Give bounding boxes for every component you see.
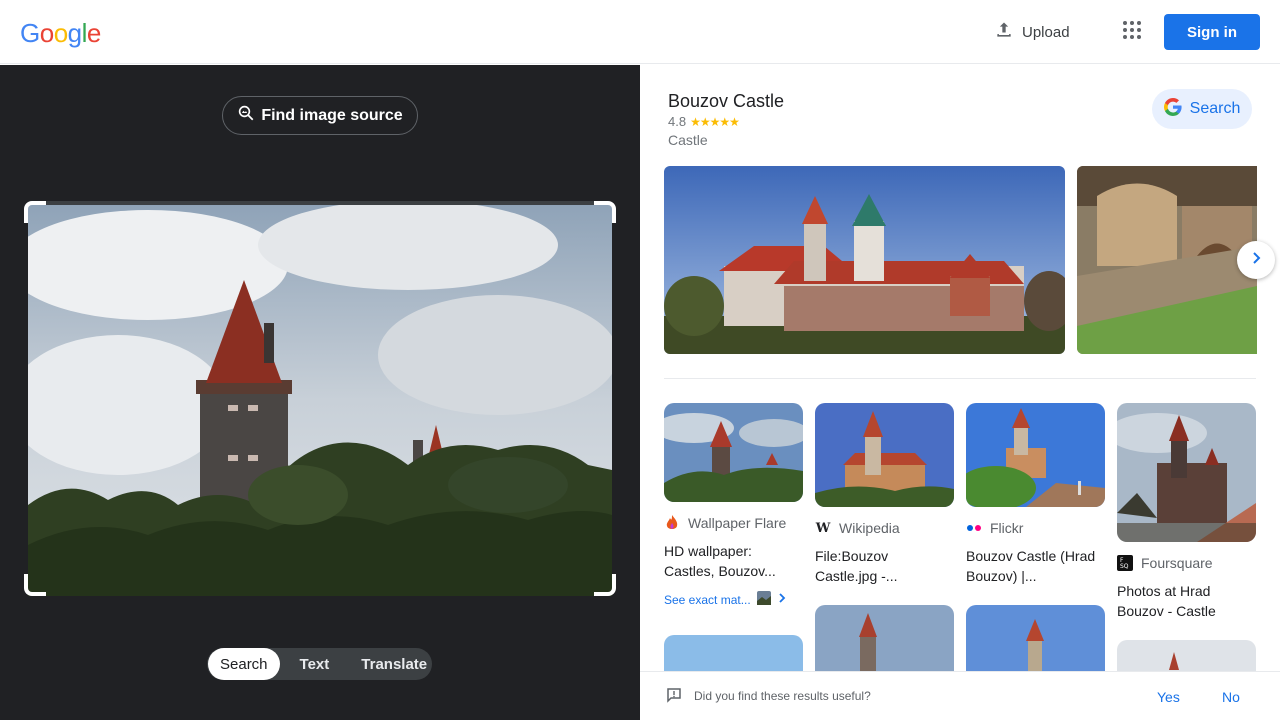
google-logo[interactable]: Google xyxy=(20,18,101,49)
entity-type: Castle xyxy=(668,132,708,148)
result-title[interactable]: Bouzov Castle (Hrad Bouzov) |... xyxy=(966,546,1105,586)
feedback-no-button[interactable]: No xyxy=(1222,689,1240,705)
flickr-icon xyxy=(966,520,982,536)
result-title[interactable]: HD wallpaper: Castles, Bouzov... xyxy=(664,541,803,581)
query-image-panel: Find image source Search Text Translate xyxy=(0,65,640,720)
result-thumbnail[interactable] xyxy=(1117,640,1256,675)
logo-letter: e xyxy=(86,18,101,48)
result-card[interactable]: Wallpaper Flare HD wallpaper: Castles, B… xyxy=(664,403,803,608)
result-card[interactable]: SQ F Foursquare Photos at Hrad Bouzov - C… xyxy=(1117,403,1256,621)
sign-in-button[interactable]: Sign in xyxy=(1164,14,1260,50)
apps-grid-button[interactable] xyxy=(1114,14,1150,50)
see-exact-matches-label: See exact mat... xyxy=(664,592,751,607)
result-card[interactable]: Flickr Bouzov Castle (Hrad Bouzov) |... xyxy=(966,403,1105,586)
result-source: Wallpaper Flare xyxy=(664,515,803,531)
entity-image-2[interactable] xyxy=(1077,166,1257,354)
chevron-right-icon xyxy=(777,592,787,607)
result-thumbnail[interactable] xyxy=(664,635,803,675)
query-image xyxy=(28,205,612,596)
mode-text-tab[interactable]: Text xyxy=(280,648,350,680)
upload-label: Upload xyxy=(1022,23,1070,41)
result-thumbnail[interactable] xyxy=(664,403,803,502)
image-search-icon xyxy=(237,104,255,127)
crop-handle-top-left[interactable] xyxy=(24,201,46,223)
upload-icon xyxy=(994,20,1014,44)
logo-letter: o xyxy=(39,18,54,48)
feedback-icon xyxy=(666,687,682,708)
mode-translate-tab[interactable]: Translate xyxy=(349,648,439,680)
entity-rating: 4.8 ★★★★★ xyxy=(668,114,740,129)
logo-letter: G xyxy=(20,18,40,48)
result-card[interactable]: W Wikipedia File:Bouzov Castle.jpg -... xyxy=(815,403,954,586)
upload-button[interactable]: Upload xyxy=(984,14,1080,50)
result-source-label: Wikipedia xyxy=(839,520,900,536)
wikipedia-icon: W xyxy=(815,520,831,536)
crop-handle-bottom-left[interactable] xyxy=(24,574,46,596)
entity-search-label: Search xyxy=(1189,100,1241,117)
svg-text:SQ: SQ xyxy=(1120,563,1129,570)
feedback-question: Did you find these results useful? xyxy=(694,689,871,703)
exact-match-thumbnail-icon xyxy=(756,591,771,608)
foursquare-icon: SQ F xyxy=(1117,555,1133,571)
result-thumbnail[interactable] xyxy=(966,605,1105,675)
rating-value: 4.8 xyxy=(668,114,687,129)
entity-image-1[interactable] xyxy=(664,166,1065,354)
crop-handle-top-right[interactable] xyxy=(594,201,616,223)
see-exact-matches-link[interactable]: See exact mat... xyxy=(664,591,803,608)
entity-title[interactable]: Bouzov Castle xyxy=(668,91,784,112)
result-title[interactable]: Photos at Hrad Bouzov - Castle xyxy=(1117,581,1256,621)
apps-grid-icon xyxy=(1122,20,1142,45)
mode-search-tab[interactable]: Search xyxy=(208,648,280,680)
result-source-label: Flickr xyxy=(990,520,1024,536)
result-source-label: Wallpaper Flare xyxy=(688,515,787,531)
logo-letter: g xyxy=(67,18,82,48)
feedback-bar: Did you find these results useful? Yes N… xyxy=(640,671,1280,720)
crop-handle-bottom-right[interactable] xyxy=(594,574,616,596)
mode-toggle: Search Text Translate xyxy=(207,648,432,680)
find-image-source-button[interactable]: Find image source xyxy=(222,96,418,135)
chevron-right-icon xyxy=(1249,251,1263,270)
result-source: SQ F Foursquare xyxy=(1117,555,1256,571)
result-thumbnail[interactable] xyxy=(815,403,954,507)
top-bar: Google Upload Sign in xyxy=(0,0,1280,64)
rating-stars-icon: ★★★★★ xyxy=(690,114,740,129)
result-thumbnail[interactable] xyxy=(1117,403,1256,542)
result-source-label: Foursquare xyxy=(1141,555,1213,571)
svg-text:F: F xyxy=(1120,557,1124,564)
section-divider xyxy=(664,378,1256,379)
result-thumbnail[interactable] xyxy=(966,403,1105,507)
result-thumbnail[interactable] xyxy=(815,605,954,675)
result-source: Flickr xyxy=(966,520,1105,536)
entity-search-button[interactable]: Search xyxy=(1152,89,1252,129)
wallpaper-flare-icon xyxy=(664,515,680,531)
result-source: W Wikipedia xyxy=(815,520,954,536)
logo-letter: o xyxy=(53,18,68,48)
feedback-yes-button[interactable]: Yes xyxy=(1157,689,1180,705)
result-title[interactable]: File:Bouzov Castle.jpg -... xyxy=(815,546,954,586)
find-image-source-label: Find image source xyxy=(261,106,403,124)
carousel-next-button[interactable] xyxy=(1237,241,1275,279)
google-g-icon xyxy=(1163,97,1182,121)
results-panel: Bouzov Castle 4.8 ★★★★★ Castle Search Wa… xyxy=(640,65,1280,720)
